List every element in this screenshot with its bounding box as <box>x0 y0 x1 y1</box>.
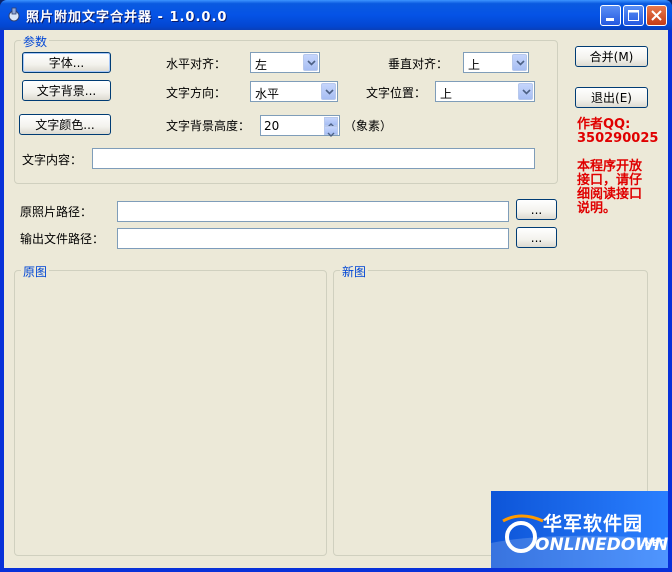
params-group-title: 参数 <box>21 33 50 50</box>
v-align-label: 垂直对齐： <box>388 57 449 71</box>
content-input[interactable] <box>92 148 535 169</box>
chevron-down-icon <box>327 132 335 137</box>
close-button[interactable] <box>646 5 667 26</box>
onlinedown-watermark: 华军软件园 ONLINEDOWN .NET <box>491 491 668 568</box>
spin-up-button[interactable] <box>324 117 338 128</box>
minimize-icon <box>606 18 614 21</box>
content-label: 文字内容： <box>22 153 83 167</box>
chevron-down-icon <box>516 60 525 66</box>
h-align-value: 左 <box>255 58 268 72</box>
maximize-button[interactable] <box>623 5 644 26</box>
app-window: 照片附加文字合并器 - 1.0.0.0 参数 字体... 文字背景... 文字颜… <box>0 0 672 572</box>
spin-down-button[interactable] <box>324 126 338 137</box>
author-qq-number: 350290025 <box>577 131 659 146</box>
notice-line: 接口，请仔 <box>577 173 643 188</box>
notice-line: 细阅读接口 <box>577 187 643 202</box>
position-label: 文字位置： <box>366 86 427 100</box>
original-image-pane: 原图 <box>14 263 327 556</box>
notice-line: 本程序开放 <box>577 159 643 174</box>
font-button[interactable]: 字体... <box>22 52 111 73</box>
window-title: 照片附加文字合并器 - 1.0.0.0 <box>26 10 228 25</box>
watermark-cn: 华军软件园 <box>543 513 644 535</box>
v-align-dropdown[interactable] <box>512 54 527 71</box>
direction-dropdown[interactable] <box>321 83 336 100</box>
source-path-label: 原照片路径： <box>20 205 93 219</box>
client-area: 参数 字体... 文字背景... 文字颜色... 水平对齐： 左 垂直对齐： 上… <box>4 30 668 568</box>
direction-value: 水平 <box>255 87 280 101</box>
close-icon <box>651 10 662 21</box>
position-select[interactable]: 上 <box>435 81 535 102</box>
output-path-label: 输出文件路径： <box>20 232 105 246</box>
watermark-suffix: .NET <box>641 539 665 549</box>
h-align-select[interactable]: 左 <box>250 52 320 73</box>
text-color-button[interactable]: 文字颜色... <box>19 114 111 135</box>
browse-output-button[interactable]: ... <box>516 227 557 248</box>
position-dropdown[interactable] <box>518 83 533 100</box>
text-background-button[interactable]: 文字背景... <box>22 80 111 101</box>
bg-height-label: 文字背景高度： <box>166 119 251 133</box>
position-value: 上 <box>440 87 453 101</box>
direction-select[interactable]: 水平 <box>250 81 338 102</box>
author-info: 作者QQ: 350290025 <box>577 118 658 146</box>
v-align-select[interactable]: 上 <box>463 52 529 73</box>
h-align-label: 水平对齐： <box>166 57 227 71</box>
api-notice: 本程序开放 接口，请仔 细阅读接口 说明。 <box>577 160 642 216</box>
title-bar[interactable]: 照片附加文字合并器 - 1.0.0.0 <box>0 0 672 30</box>
chevron-down-icon <box>307 60 316 66</box>
notice-line: 说明。 <box>577 201 617 216</box>
minimize-button[interactable] <box>600 5 621 26</box>
bg-height-value: 20 <box>264 119 280 133</box>
merge-button[interactable]: 合并(M) <box>575 46 648 67</box>
output-path-input[interactable] <box>117 228 509 249</box>
h-align-dropdown[interactable] <box>303 54 318 71</box>
original-pane-title: 原图 <box>21 263 50 280</box>
bg-height-spinner[interactable]: 20 <box>260 115 340 137</box>
maximize-icon <box>628 10 639 21</box>
bg-height-unit: （象素） <box>344 119 393 133</box>
direction-label: 文字方向： <box>166 86 227 100</box>
app-icon <box>8 7 20 22</box>
exit-button[interactable]: 退出(E) <box>575 87 648 108</box>
author-qq-label: 作者QQ: <box>577 117 631 132</box>
chevron-down-icon <box>522 89 531 95</box>
browse-source-button[interactable]: ... <box>516 199 557 220</box>
source-path-input[interactable] <box>117 201 509 222</box>
chevron-down-icon <box>325 89 334 95</box>
new-pane-title: 新图 <box>340 263 369 280</box>
v-align-value: 上 <box>468 58 481 72</box>
